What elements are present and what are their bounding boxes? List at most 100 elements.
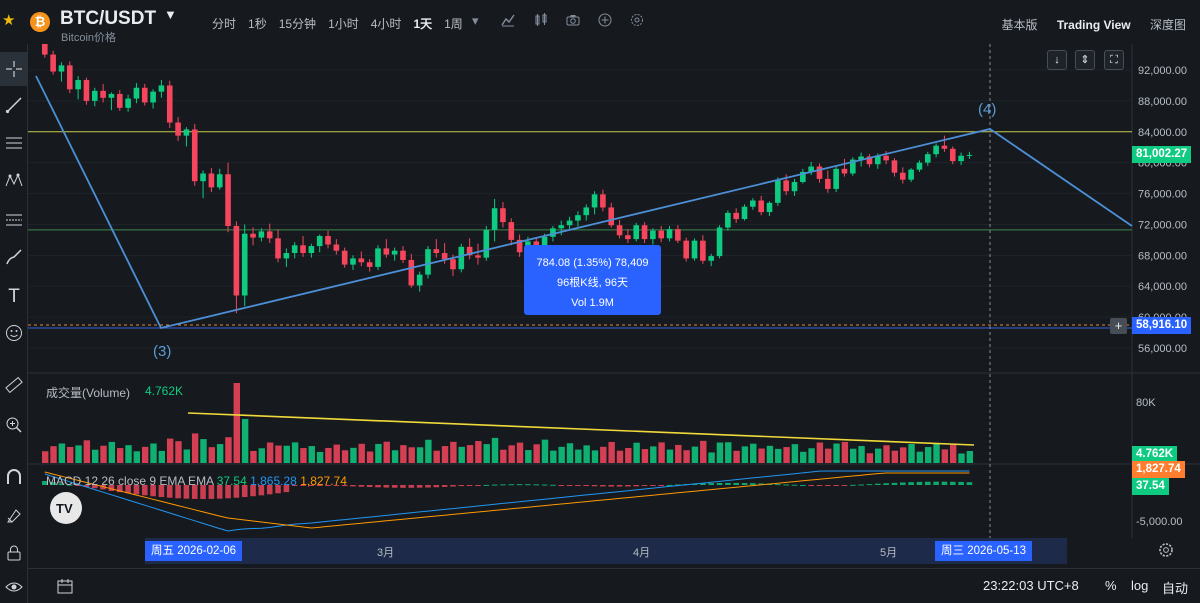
screenshot-camera-icon[interactable] <box>566 13 580 30</box>
lock-drawing-icon[interactable] <box>0 506 28 529</box>
collapse-icon[interactable]: ⇕ <box>1075 50 1095 70</box>
macd-histogram-bar <box>400 485 406 488</box>
volume-bar <box>733 450 740 463</box>
tooltip-volume: Vol 1.9M <box>571 297 614 309</box>
ruler-tool-icon[interactable] <box>0 376 28 399</box>
price-axis-label: 84,000.00 <box>1138 127 1187 139</box>
favorite-star-icon[interactable]: ★ <box>2 11 15 29</box>
candle-body <box>42 44 48 55</box>
volume-legend-value: 4.762K <box>145 384 184 398</box>
interval-tab[interactable]: 1秒 <box>248 15 267 32</box>
volume-bar <box>616 450 624 463</box>
volume-bar <box>666 449 674 463</box>
volume-bar <box>916 451 924 463</box>
chart-type-icon[interactable] <box>534 13 548 30</box>
volume-bar <box>858 446 865 463</box>
volume-bar <box>425 439 432 463</box>
interval-tab[interactable]: 1周 <box>444 15 463 32</box>
fullscreen-icon[interactable]: ⛶ <box>1104 50 1124 70</box>
macd-histogram-bar <box>416 485 423 488</box>
volume-trend-line[interactable] <box>187 412 975 446</box>
macd-histogram-bar <box>608 485 615 487</box>
interval-tab-active[interactable]: 1天 <box>413 15 432 32</box>
volume-bar <box>924 447 932 463</box>
symbol-title[interactable]: BTC/USDT <box>60 8 156 30</box>
time-range-highlight <box>145 538 1067 564</box>
auto-scale-toggle[interactable]: 自动 <box>1162 578 1188 597</box>
macd-histogram-bar <box>375 485 381 488</box>
scroll-down-icon[interactable]: ↓ <box>1047 50 1067 70</box>
log-scale-toggle[interactable]: log <box>1131 578 1148 593</box>
volume-bar <box>541 439 549 463</box>
candle-body <box>741 206 748 220</box>
volume-bar <box>491 437 499 463</box>
volume-bar <box>75 445 82 463</box>
volume-bar <box>175 441 182 463</box>
volume-bar <box>949 444 957 463</box>
emoji-tool-icon[interactable] <box>0 324 28 347</box>
volume-bar <box>141 446 149 463</box>
fibonacci-tool-icon[interactable] <box>0 210 28 233</box>
candle-body <box>83 80 90 101</box>
macd-histogram-bar <box>575 485 581 486</box>
indicators-icon[interactable] <box>501 13 515 30</box>
view-tab-tradingview[interactable]: Trading View <box>1057 18 1131 32</box>
horizontal-lines-tool-icon[interactable] <box>0 134 28 157</box>
volume-bar <box>58 443 66 463</box>
candle-body <box>425 249 431 275</box>
time-axis[interactable]: 3月 4月 5月 周五 2026-02-06 周三 2026-05-13 <box>28 538 1132 564</box>
volume-bar <box>783 447 790 463</box>
volume-bar <box>791 444 799 463</box>
symbol-subtitle: Bitcoin价格 <box>61 32 117 44</box>
candle-body <box>341 250 348 265</box>
magnet-icon[interactable] <box>0 468 28 491</box>
percent-scale-toggle[interactable]: % <box>1105 578 1117 593</box>
macd-histogram-bar <box>841 485 848 486</box>
view-tab-basic[interactable]: 基本版 <box>1001 18 1037 32</box>
clock-timezone[interactable]: 23:22:03 UTC+8 <box>983 578 1079 593</box>
volume-bar <box>591 450 599 463</box>
candle-body <box>250 233 256 238</box>
volume-bar <box>333 444 340 463</box>
interval-tab[interactable]: 4小时 <box>371 15 402 32</box>
volume-bar <box>658 442 665 463</box>
add-alert-plus-icon[interactable]: + <box>1110 318 1127 334</box>
pattern-tool-icon[interactable] <box>0 172 28 195</box>
candle-body <box>400 250 406 260</box>
brush-tool-icon[interactable] <box>0 248 28 271</box>
price-axis-label: 72,000.00 <box>1138 219 1187 231</box>
interval-tab[interactable]: 分时 <box>212 15 236 32</box>
candle-body <box>50 54 56 72</box>
interval-tab[interactable]: 1小时 <box>328 15 359 32</box>
trend-line-tool-icon[interactable] <box>0 96 28 119</box>
zoom-in-icon[interactable] <box>0 416 28 439</box>
lock-icon[interactable] <box>0 544 28 567</box>
candle-body <box>825 178 831 189</box>
chart-settings-gear-icon[interactable] <box>1158 542 1174 563</box>
interval-tab[interactable]: 15分钟 <box>279 15 316 32</box>
volume-bar <box>66 446 74 463</box>
settings-gear-icon[interactable] <box>630 13 644 30</box>
volume-bar <box>358 443 365 463</box>
candle-body <box>716 227 723 257</box>
text-tool-icon[interactable]: T <box>0 286 28 308</box>
visibility-eye-icon[interactable] <box>0 578 28 601</box>
macd-histogram-bar <box>508 484 515 486</box>
volume-axis-label: 80K <box>1136 397 1156 409</box>
macd-legend-macd: 1,865.28 <box>250 474 297 488</box>
add-plus-icon[interactable] <box>598 13 612 30</box>
date-range-calendar-icon[interactable] <box>56 577 74 600</box>
macd-histogram-bar <box>383 485 390 488</box>
volume-bar <box>458 446 465 463</box>
macd-histogram-bar <box>858 484 864 486</box>
volume-bar <box>325 447 332 463</box>
more-intervals-chevron-icon[interactable]: ▾ <box>472 13 479 29</box>
crosshair-tool-icon[interactable] <box>0 52 28 86</box>
price-axis-label: 88,000.00 <box>1138 96 1187 108</box>
symbol-dropdown-icon[interactable]: ▼ <box>164 7 177 22</box>
macd-histogram-bar <box>941 481 948 485</box>
macd-legend: MACD 12 26 close 9 EMA EMA 37.54 1,865.2… <box>46 474 347 488</box>
candle-body <box>475 255 481 258</box>
view-tab-depth[interactable]: 深度图 <box>1150 18 1186 32</box>
candle-body <box>908 169 914 180</box>
